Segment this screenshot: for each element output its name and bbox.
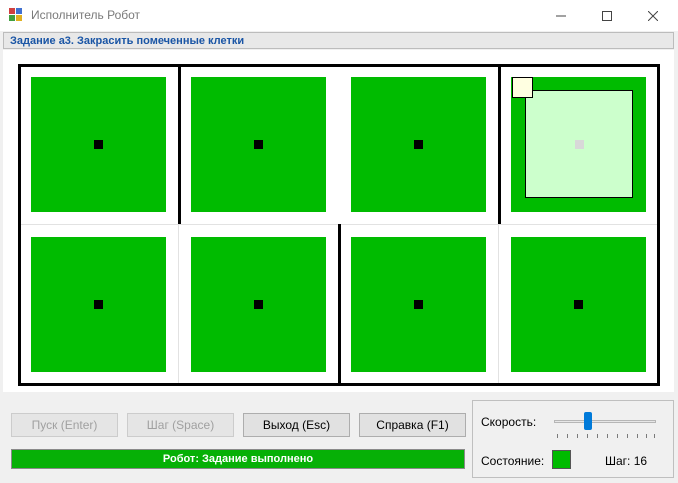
slider-tick <box>587 434 588 438</box>
speed-label: Скорость: <box>481 415 537 429</box>
field-cell <box>178 64 338 224</box>
grid-line <box>498 224 499 384</box>
wall <box>338 224 341 384</box>
field-cell <box>338 224 498 384</box>
cell-marker <box>414 300 423 309</box>
field-cell <box>18 64 178 224</box>
slider-tick <box>567 434 568 438</box>
field-cell <box>498 224 658 384</box>
robot-corner-icon <box>512 77 533 98</box>
app-icon <box>9 8 22 21</box>
state-indicator <box>552 450 571 469</box>
wall <box>657 64 660 386</box>
robot-marker <box>575 140 584 149</box>
slider-tick <box>646 434 647 438</box>
wall <box>498 64 501 224</box>
grid-line <box>178 224 179 384</box>
field-cell <box>18 224 178 384</box>
speed-slider-thumb[interactable] <box>583 412 592 430</box>
slider-tick <box>627 434 628 438</box>
slider-tick <box>557 434 558 438</box>
field-cell <box>178 224 338 384</box>
slider-tick <box>607 434 608 438</box>
title-bar: Исполнитель Робот <box>0 0 678 31</box>
slider-tick <box>597 434 598 438</box>
cell-marker <box>254 300 263 309</box>
step-counter: Шаг: 16 <box>605 454 648 468</box>
cell-marker <box>414 140 423 149</box>
painted-square <box>31 237 166 372</box>
state-label: Состояние: <box>481 454 545 468</box>
status-bar: Робот: Задание выполнено <box>11 449 465 469</box>
slider-tick <box>617 434 618 438</box>
task-header: Задание а3. Закрасить помеченные клетки <box>3 32 674 49</box>
minimize-button[interactable] <box>538 0 584 31</box>
window-title: Исполнитель Робот <box>31 8 141 22</box>
close-button[interactable] <box>630 0 676 31</box>
painted-square <box>31 77 166 212</box>
cell-marker <box>94 140 103 149</box>
cell-marker <box>94 300 103 309</box>
slider-tick <box>577 434 578 438</box>
painted-square <box>191 77 326 212</box>
help-button[interactable]: Справка (F1) <box>359 413 466 437</box>
wall <box>18 64 660 67</box>
slider-tick <box>654 434 655 438</box>
step-button[interactable]: Шаг (Space) <box>127 413 234 437</box>
painted-square <box>511 237 646 372</box>
cell-marker <box>254 140 263 149</box>
maximize-icon <box>602 10 612 21</box>
painted-square <box>351 77 486 212</box>
slider-tick <box>637 434 638 438</box>
close-icon <box>648 10 658 21</box>
start-button[interactable]: Пуск (Enter) <box>11 413 118 437</box>
painted-square <box>351 237 486 372</box>
minimize-icon <box>556 15 566 16</box>
maximize-button[interactable] <box>584 0 630 31</box>
field-cell <box>338 64 498 224</box>
painted-square <box>191 237 326 372</box>
speed-slider-track[interactable] <box>554 420 656 423</box>
cell-marker <box>574 300 583 309</box>
task-label: Задание а3. Закрасить помеченные клетки <box>10 35 245 47</box>
robot <box>525 90 633 198</box>
wall <box>178 64 181 224</box>
wall <box>18 64 21 386</box>
exit-button[interactable]: Выход (Esc) <box>243 413 350 437</box>
